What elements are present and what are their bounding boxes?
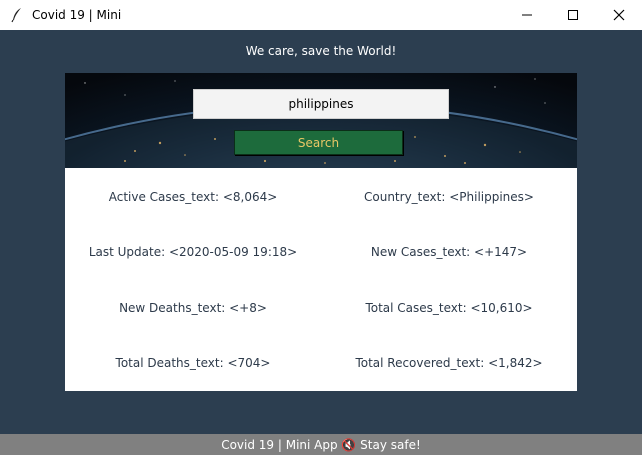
feather-icon (9, 7, 25, 23)
title-bar: Covid 19 | Mini (0, 0, 642, 30)
new-cases-label: New Cases_text: <+147> (370, 245, 528, 259)
maximize-button[interactable] (550, 0, 596, 30)
total-deaths-label: Total Deaths_text: <704> (115, 356, 271, 370)
last-update-label: Last Update: <2020-05-09 19:18> (88, 245, 298, 259)
total-cases-label: Total Cases_text: <10,610> (365, 301, 533, 315)
status-bar: Covid 19 | Mini App 🔇 Stay safe! (0, 434, 642, 455)
main-panel: philippines Search Active Cases_text: <8… (65, 73, 577, 391)
new-deaths-label: New Deaths_text: <+8> (119, 301, 267, 315)
window-title: Covid 19 | Mini (32, 8, 122, 22)
tagline: We care, save the World! (245, 44, 397, 58)
close-icon (613, 9, 625, 21)
active-cases-label: Active Cases_text: <8,064> (108, 190, 278, 204)
close-button[interactable] (596, 0, 642, 30)
main-content: We care, save the World! philippines Sea… (0, 30, 642, 434)
total-recovered-label: Total Recovered_text: <1,842> (355, 356, 543, 370)
minimize-button[interactable] (504, 0, 550, 30)
search-button[interactable]: Search (234, 130, 403, 155)
earth-banner-image: philippines Search (65, 73, 577, 168)
country-label: Country_text: <Philippines> (364, 190, 534, 204)
minimize-icon (522, 14, 532, 16)
search-input[interactable]: philippines (193, 89, 449, 119)
maximize-icon (568, 10, 578, 20)
